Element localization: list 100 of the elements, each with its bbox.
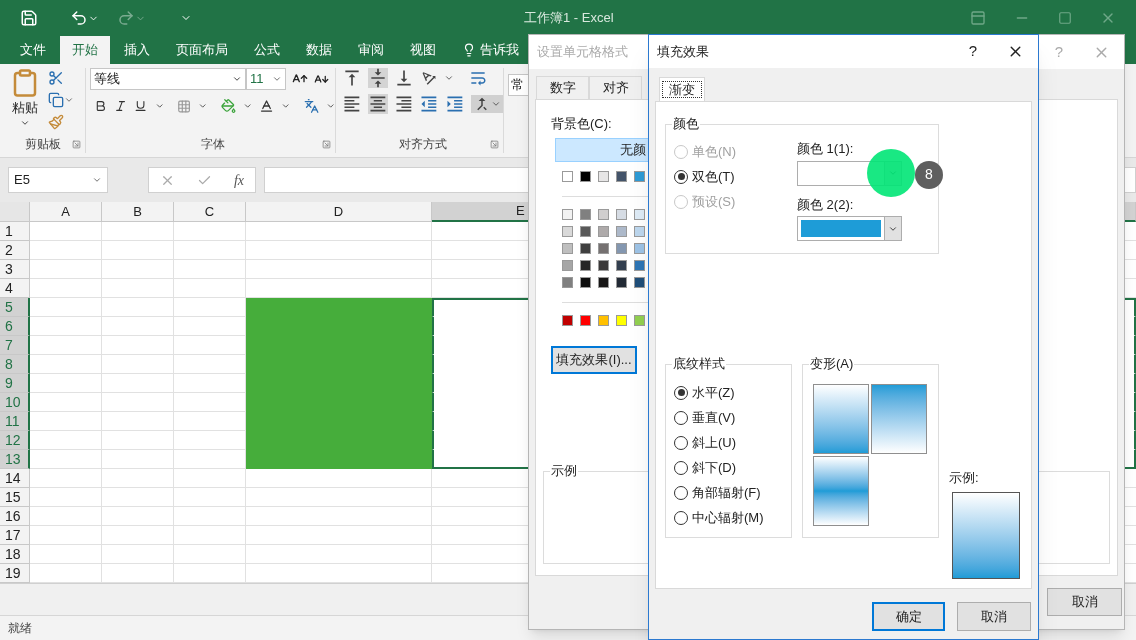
gradient-variant[interactable] (813, 456, 869, 526)
color-swatch[interactable] (616, 208, 627, 220)
caret-icon[interactable] (198, 101, 208, 111)
row-header[interactable]: 6 (0, 317, 30, 336)
ribbon-tab[interactable]: 插入 (112, 36, 162, 64)
cut-icon[interactable] (48, 70, 64, 86)
format-painter-icon[interactable] (48, 114, 64, 130)
font-color-icon[interactable] (259, 98, 275, 114)
ribbon-tab[interactable]: 页面布局 (164, 36, 240, 64)
color-swatch[interactable] (634, 259, 645, 271)
color-swatch[interactable] (562, 242, 573, 254)
color-swatch[interactable] (580, 314, 591, 326)
row-header[interactable]: 17 (0, 526, 30, 545)
column-header[interactable]: B (102, 202, 174, 222)
italic-icon[interactable] (114, 99, 128, 113)
ribbon-tab[interactable]: 公式 (242, 36, 292, 64)
caret-icon[interactable] (242, 101, 253, 111)
bold-icon[interactable] (94, 99, 108, 113)
row-header[interactable]: 7 (0, 336, 30, 355)
dialog-launcher-icon[interactable] (72, 139, 81, 149)
dialog-tab[interactable]: 数字 (536, 76, 589, 99)
dialog-launcher-icon[interactable] (490, 139, 499, 149)
color-swatch[interactable] (598, 170, 609, 182)
color-swatch[interactable] (616, 225, 627, 237)
color-swatch[interactable] (598, 242, 609, 254)
ribbon-tab[interactable]: 开始 (60, 36, 110, 64)
row-header[interactable]: 19 (0, 564, 30, 583)
color-swatch[interactable] (580, 225, 591, 237)
increase-indent-icon[interactable] (445, 94, 465, 114)
align-center-icon[interactable] (367, 94, 388, 114)
radio-option[interactable]: 中心辐射(M) (674, 505, 791, 530)
align-middle-icon[interactable] (368, 68, 388, 88)
radio-icon[interactable] (674, 510, 688, 525)
color-swatch[interactable] (562, 170, 573, 182)
color-swatch[interactable] (634, 276, 645, 288)
radio-icon[interactable] (674, 385, 688, 400)
color-swatch[interactable] (562, 259, 573, 271)
color-swatch[interactable] (562, 225, 573, 237)
radio-option[interactable]: 斜上(U) (674, 430, 791, 455)
dialog-launcher-icon[interactable] (322, 139, 331, 149)
row-header[interactable]: 15 (0, 488, 30, 507)
radio-option[interactable]: 斜下(D) (674, 455, 791, 480)
radio-icon[interactable] (674, 460, 688, 475)
merge-button[interactable] (471, 95, 503, 113)
row-header[interactable]: 5 (0, 298, 30, 317)
color-swatch[interactable] (562, 276, 573, 288)
gradient-variant[interactable] (871, 384, 927, 454)
dialog-tab[interactable]: 渐变 (659, 77, 705, 101)
radio-icon[interactable] (674, 485, 688, 500)
color-swatch[interactable] (562, 208, 573, 220)
column-header[interactable]: C (174, 202, 246, 222)
color-swatch[interactable] (616, 242, 627, 254)
color-swatch[interactable] (580, 276, 591, 288)
row-header[interactable]: 3 (0, 260, 30, 279)
radio-icon[interactable] (674, 169, 688, 184)
gradient-variant[interactable] (813, 384, 869, 454)
orientation-icon[interactable] (420, 69, 438, 87)
dialog-tab[interactable]: 对齐 (589, 76, 642, 99)
color-swatch[interactable] (562, 314, 573, 326)
color-swatch[interactable] (634, 242, 645, 254)
align-bottom-icon[interactable] (394, 68, 414, 88)
color-swatch[interactable] (580, 242, 591, 254)
color-swatch[interactable] (598, 259, 609, 271)
color-swatch[interactable] (616, 276, 627, 288)
row-header[interactable]: 8 (0, 355, 30, 374)
radio-icon[interactable] (674, 435, 688, 450)
align-right-icon[interactable] (393, 94, 414, 114)
caret-icon[interactable] (281, 101, 291, 111)
ribbon-tab[interactable]: 审阅 (346, 36, 396, 64)
fill-effects-button[interactable]: 填充效果(I)... (551, 345, 637, 374)
copy-icon[interactable] (48, 92, 64, 108)
color-swatch[interactable] (616, 170, 627, 182)
phonetic-icon[interactable] (303, 98, 319, 114)
row-header[interactable]: 18 (0, 545, 30, 564)
radio-option[interactable]: 双色(T) (674, 164, 797, 189)
maximize-icon[interactable] (1058, 11, 1072, 25)
caret-icon[interactable] (325, 101, 336, 111)
color-swatch[interactable] (598, 314, 609, 326)
radio-option[interactable]: 垂直(V) (674, 405, 791, 430)
cancel-button[interactable]: 取消 (957, 602, 1031, 631)
ribbon-tab[interactable]: 数据 (294, 36, 344, 64)
font-size-field[interactable]: 11 (246, 68, 286, 90)
radio-icon[interactable] (674, 410, 688, 425)
align-top-icon[interactable] (342, 68, 362, 88)
ribbon-options-icon[interactable] (970, 10, 986, 26)
color-swatch[interactable] (580, 208, 591, 220)
help-button[interactable]: ? (968, 40, 977, 63)
insert-function-button[interactable]: fx (233, 169, 244, 191)
name-box[interactable]: E5 (8, 167, 108, 193)
font-name-field[interactable]: 等线 (90, 68, 246, 90)
redo-icon[interactable] (117, 9, 135, 27)
row-header[interactable]: 12 (0, 431, 30, 450)
ribbon-tab[interactable]: 文件 (8, 36, 58, 64)
row-header[interactable]: 11 (0, 412, 30, 431)
cancel-button[interactable]: 取消 (1047, 588, 1122, 616)
borders-icon[interactable] (177, 98, 192, 114)
color-swatch[interactable] (580, 170, 591, 182)
radio-option[interactable]: 水平(Z) (674, 380, 791, 405)
row-header[interactable]: 2 (0, 241, 30, 260)
radio-option[interactable]: 角部辐射(F) (674, 480, 791, 505)
